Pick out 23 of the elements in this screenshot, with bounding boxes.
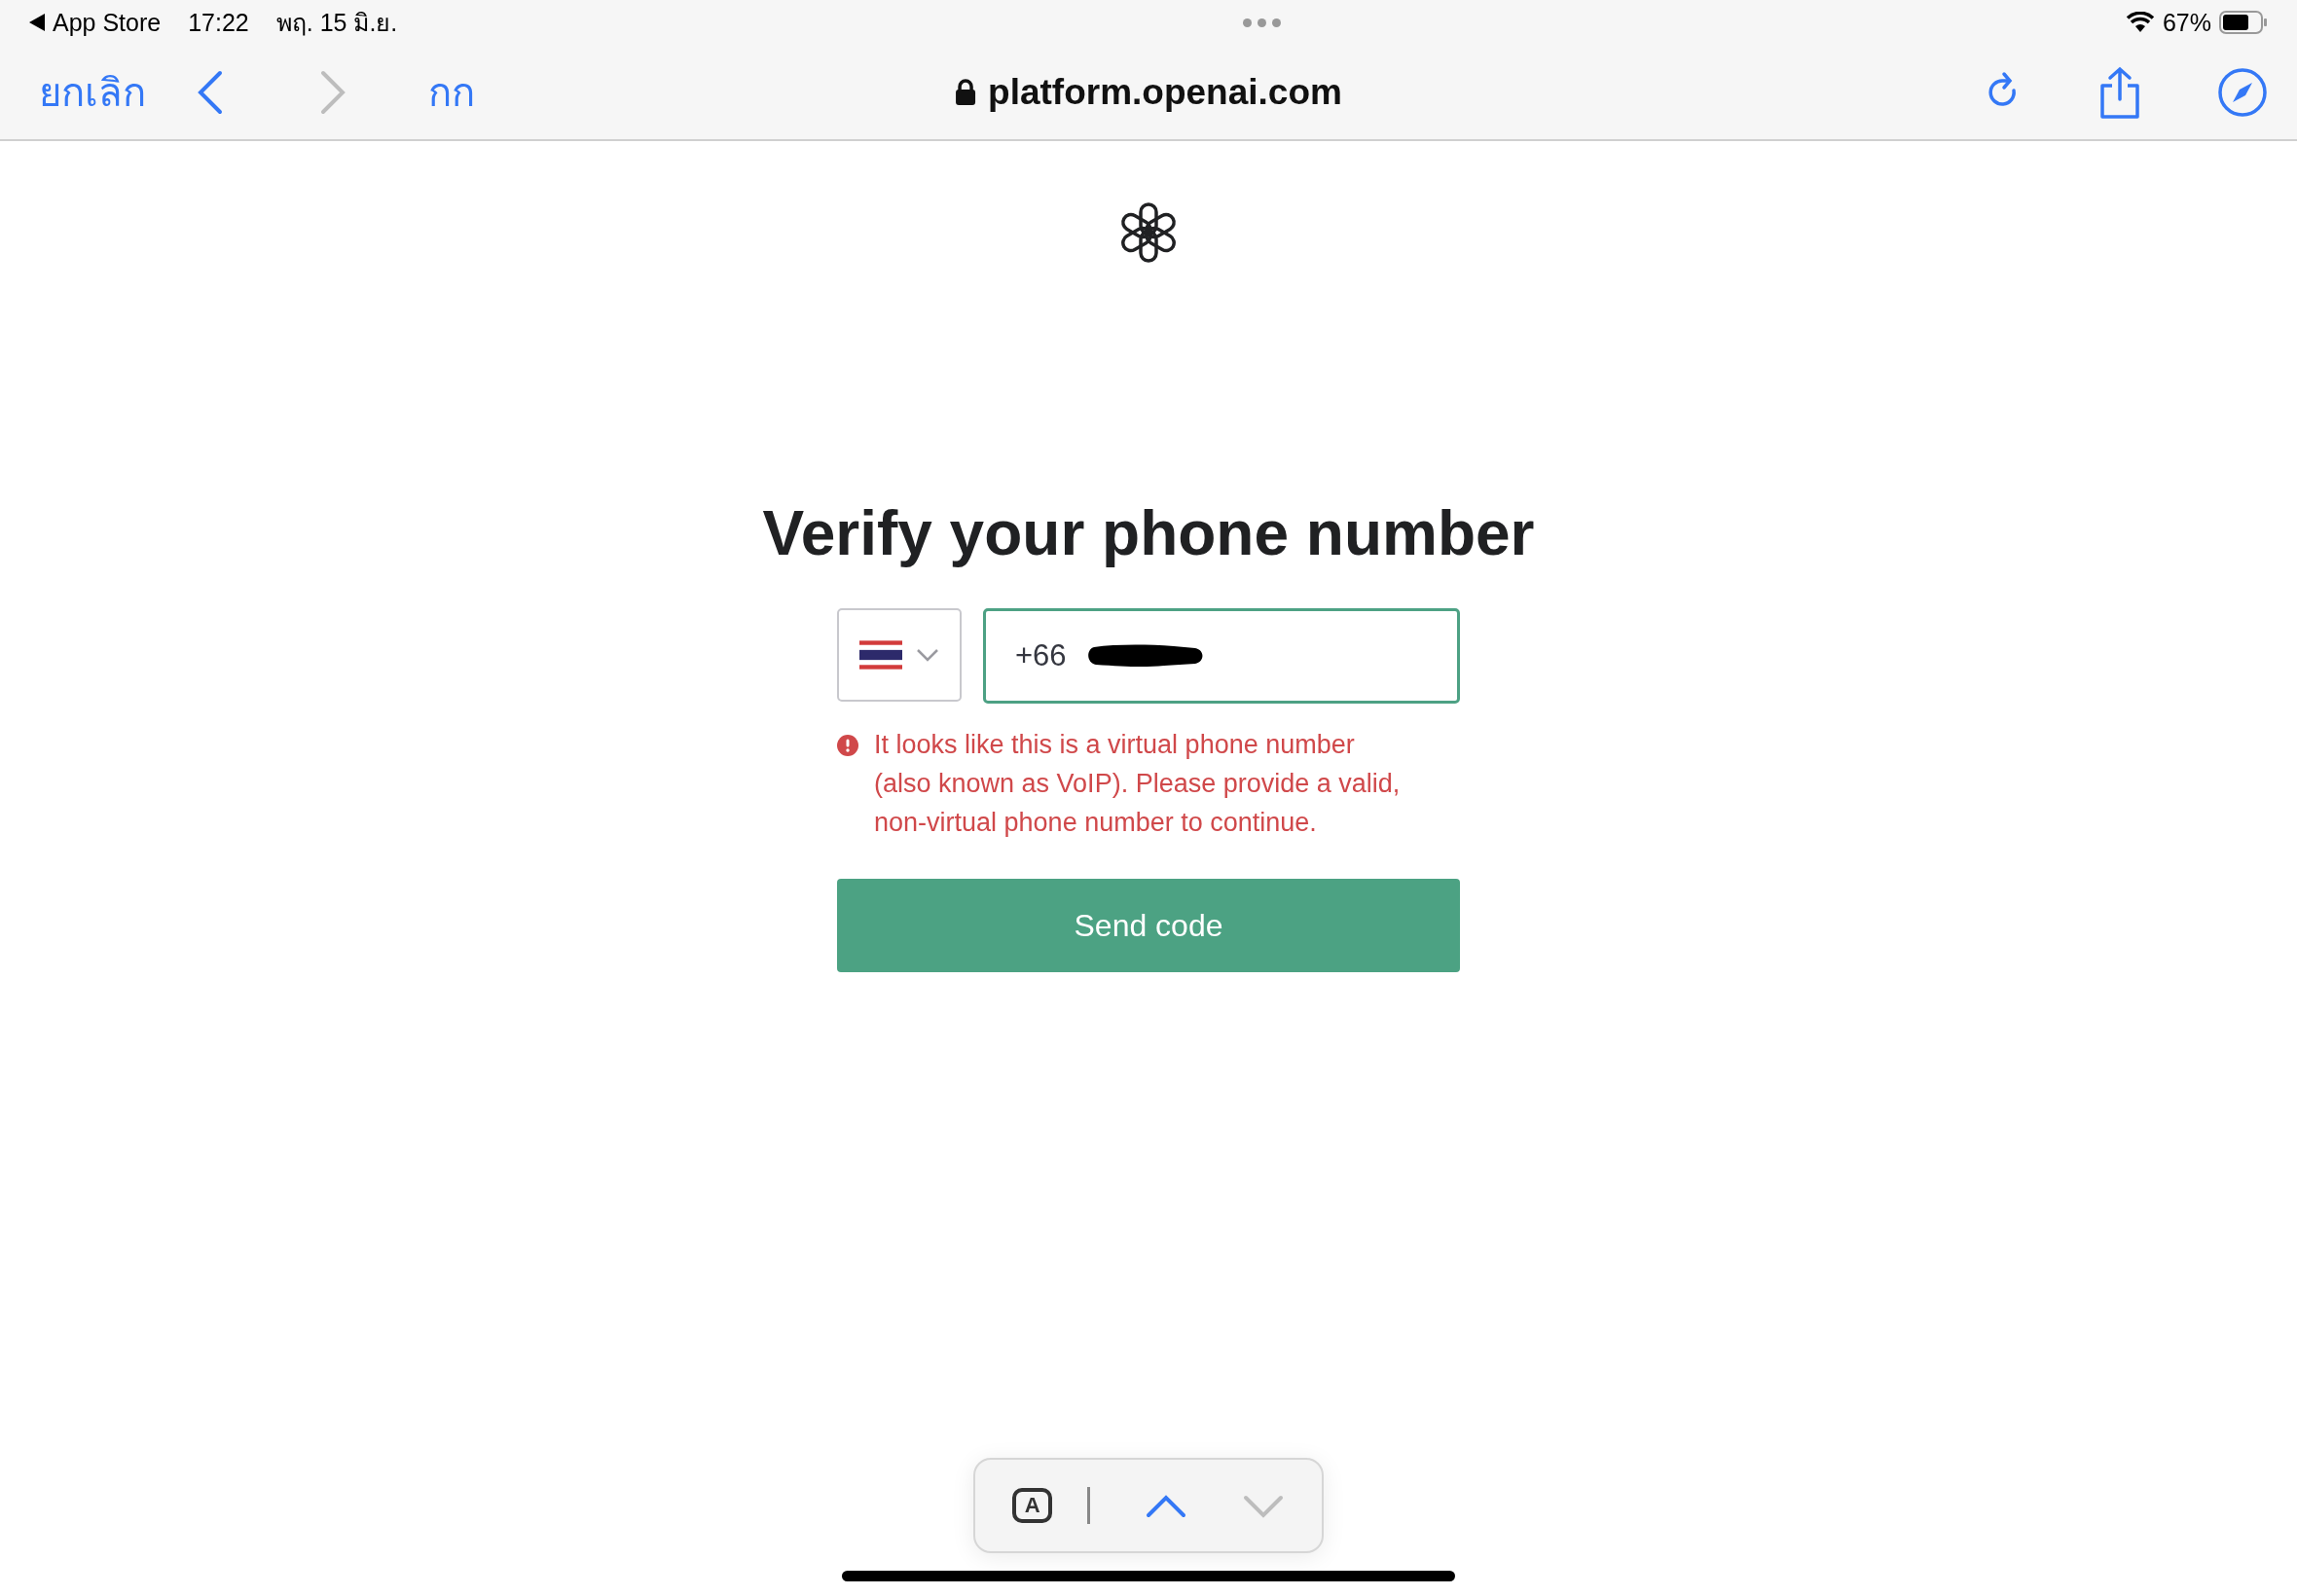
phone-number-field[interactable]: +66 [983,608,1460,704]
battery-percent: 67% [2162,8,2211,37]
lock-icon [955,78,977,106]
page-heading: Verify your phone number [762,497,1535,569]
country-select[interactable] [837,608,962,702]
share-button[interactable] [2098,65,2141,119]
compass-button[interactable] [2217,66,2268,118]
error-icon [837,735,858,756]
text-size-button[interactable]: กก [428,60,475,124]
multitasking-dots-icon[interactable] [1242,18,1281,27]
phone-prefix: +66 [1015,638,1067,673]
flag-icon [859,640,902,670]
cancel-button[interactable]: ยกเลิก [39,60,146,124]
dropdown-chevron-icon [916,648,939,662]
error-message: It looks like this is a virtual phone number (also known as VoIP). Please provide a valid, non-virtual phone number to continue. [874,729,1402,839]
battery-icon [2219,11,2268,34]
status-date: พฤ. 15 มิ.ย. [275,8,398,38]
address-bar-url[interactable]: platform.openai.com [988,71,1342,113]
autofill-button[interactable]: A [1012,1488,1053,1523]
back-triangle-icon [29,14,45,31]
back-to-app-link[interactable]: App Store [53,8,162,37]
status-time: 17:22 [188,8,249,37]
wifi-icon [2125,12,2155,33]
